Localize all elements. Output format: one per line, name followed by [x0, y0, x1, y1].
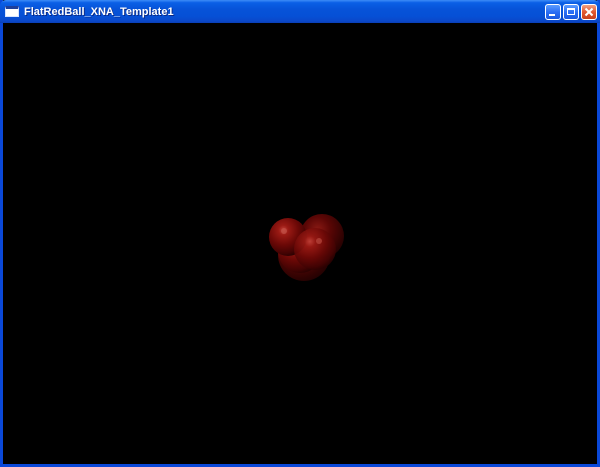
game-viewport[interactable] — [3, 23, 597, 464]
window-app-icon[interactable] — [5, 6, 19, 17]
maximize-button[interactable] — [563, 3, 579, 20]
sphere-highlight — [281, 228, 287, 234]
close-icon — [584, 7, 594, 16]
sphere-highlight — [316, 238, 322, 244]
close-button[interactable] — [581, 3, 597, 20]
minimize-button[interactable] — [545, 3, 561, 20]
game-scene — [269, 214, 344, 281]
title-bar[interactable]: FlatRedBall_XNA_Template1 — [0, 0, 600, 23]
game-window: FlatRedBall_XNA_Template1 — [0, 0, 600, 467]
sphere-front — [294, 228, 336, 270]
window-title: FlatRedBall_XNA_Template1 — [24, 5, 174, 18]
maximize-icon — [567, 7, 575, 15]
red-spheres-cluster — [269, 214, 344, 281]
minimize-icon — [549, 13, 555, 16]
caption-buttons — [545, 3, 597, 20]
